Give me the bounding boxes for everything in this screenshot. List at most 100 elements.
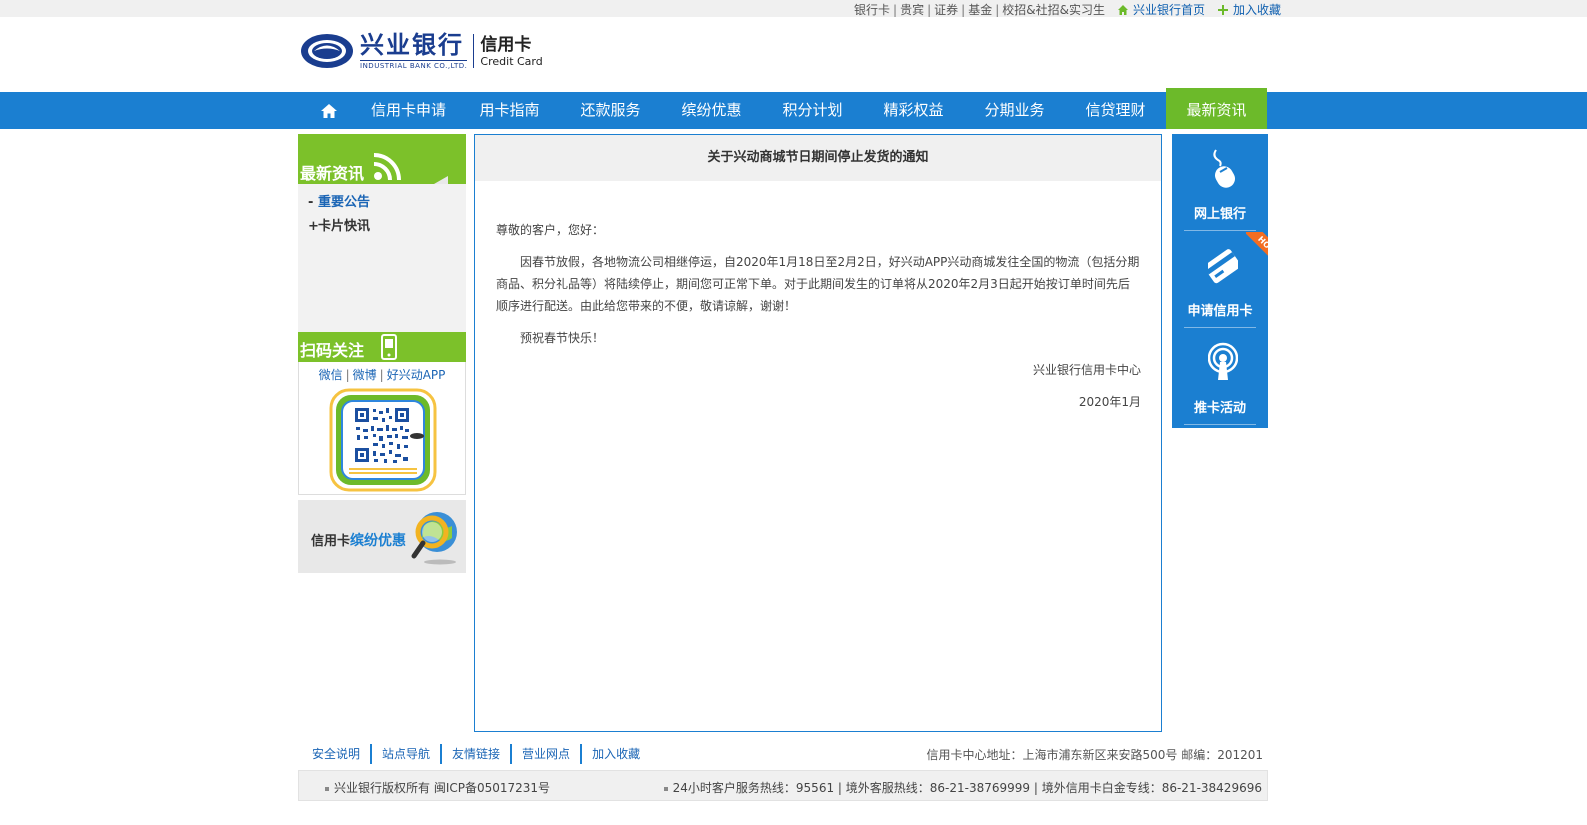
footer-link-sitemap[interactable]: 站点导航 xyxy=(372,744,443,764)
footer-copyright: 兴业银行版权所有 闽ICP备05017231号 xyxy=(325,779,550,796)
quicklink-label: 网上银行 xyxy=(1193,207,1246,222)
top-utility-bar: 银行卡 | 贵宾 | 证券 | 基金 | 校招&社招&实习生 兴业银行首页 加入收藏 xyxy=(0,0,1587,17)
logo-text: 兴业银行 INDUSTRIAL BANK CO.,LTD. xyxy=(360,30,468,70)
nav-item-offers[interactable]: 缤纷优惠 xyxy=(661,92,762,129)
quicklink-card-promotion[interactable]: 推卡活动 xyxy=(1184,328,1256,425)
promo-text: 信用卡缤纷优惠 xyxy=(311,530,406,550)
nav-item-installment[interactable]: 分期业务 xyxy=(964,92,1065,129)
phone-icon xyxy=(381,334,397,360)
nav-item-benefits[interactable]: 精彩权益 xyxy=(863,92,964,129)
footer-links: 安全说明 站点导航 友情链接 营业网点 加入收藏 xyxy=(302,744,650,764)
nav-home[interactable] xyxy=(300,92,358,129)
qr-link-weibo[interactable]: 微博 xyxy=(353,368,377,382)
footer-links-bar: 安全说明 站点导航 友情链接 营业网点 加入收藏 信用卡中心地址：上海市浦东新区… xyxy=(298,744,1268,764)
rss-icon xyxy=(373,153,401,181)
nav-item-repayment[interactable]: 还款服务 xyxy=(560,92,661,129)
article-signature: 兴业银行信用卡中心 xyxy=(1032,363,1141,377)
top-link-vip[interactable]: 贵宾 xyxy=(900,1,924,18)
signal-icon xyxy=(1208,342,1238,380)
qr-link-wechat[interactable]: 微信 xyxy=(319,368,343,382)
top-link-securities[interactable]: 证券 xyxy=(934,1,958,18)
news-panel-title: 最新资讯 xyxy=(300,164,365,183)
qr-panel: 微信 | 微博 | 好兴动APP xyxy=(298,362,466,495)
qr-link-app[interactable]: 好兴动APP xyxy=(387,368,446,382)
bullet-icon xyxy=(325,786,329,791)
article-date: 2020年1月 xyxy=(1078,395,1141,409)
article-body: 尊敬的客户，您好： 因春节放假，各地物流公司相继停运，自2020年1月18日至2… xyxy=(475,181,1161,413)
news-category-announcement[interactable]: - 重要公告 xyxy=(298,194,466,218)
news-category-label: 卡片快讯 xyxy=(318,219,371,234)
add-favorite-link[interactable]: 加入收藏 xyxy=(1217,1,1281,18)
bullet-icon xyxy=(663,786,668,791)
separator: | xyxy=(379,368,384,382)
article-panel: 关于兴动商城节日期间停止发货的通知 尊敬的客户，您好： 因春节放假，各地物流公司… xyxy=(474,134,1162,732)
logo-mark-icon xyxy=(301,34,353,68)
footer-copyright-bar: 兴业银行版权所有 闽ICP备05017231号 24小时客户服务热线：95561… xyxy=(298,770,1268,801)
nav-item-points[interactable]: 积分计划 xyxy=(762,92,863,129)
news-panel-header: 最新资讯 xyxy=(298,134,466,184)
news-category-label: 重要公告 xyxy=(318,195,371,210)
hot-badge-label: HOT xyxy=(1246,232,1268,266)
logo-sub-en: Credit Card xyxy=(480,54,543,68)
article-paragraph: 因春节放假，各地物流公司相继停运，自2020年1月18日至2月2日，好兴动APP… xyxy=(496,255,1140,313)
logo-divider xyxy=(473,34,475,68)
footer-link-favorite[interactable]: 加入收藏 xyxy=(582,744,650,764)
footer-address: 信用卡中心地址：上海市浦东新区来安路500号 邮编：201201 xyxy=(926,748,1263,762)
copyright-text: 兴业银行版权所有 闽ICP备05017231号 xyxy=(334,781,551,795)
quicklink-online-banking[interactable]: 网上银行 xyxy=(1184,134,1256,231)
footer-link-security[interactable]: 安全说明 xyxy=(302,744,373,764)
main-nav: 信用卡申请 用卡指南 还款服务 缤纷优惠 积分计划 精彩权益 分期业务 信贷理财… xyxy=(0,88,1587,129)
separator: | xyxy=(927,2,932,17)
logo-en: INDUSTRIAL BANK CO.,LTD. xyxy=(360,60,468,70)
top-links: 银行卡 | 贵宾 | 证券 | 基金 | 校招&社招&实习生 兴业银行首页 加入收藏 xyxy=(854,1,1281,18)
top-link-recruit[interactable]: 校招&社招&实习生 xyxy=(1002,1,1105,18)
nav-item-news[interactable]: 最新资讯 xyxy=(1166,88,1267,129)
home-icon xyxy=(1117,4,1128,15)
add-favorite-label: 加入收藏 xyxy=(1232,3,1281,17)
home-icon xyxy=(321,103,337,118)
home-link[interactable]: 兴业银行首页 xyxy=(1117,1,1205,18)
footer-link-friends[interactable]: 友情链接 xyxy=(442,744,513,764)
nav-item-apply[interactable]: 信用卡申请 xyxy=(358,92,459,129)
separator: | xyxy=(893,2,898,17)
panel-corner xyxy=(434,176,448,184)
nav-item-guide[interactable]: 用卡指南 xyxy=(459,92,560,129)
hot-badge: HOT xyxy=(1246,232,1268,266)
promo-highlight: 缤纷优惠 xyxy=(350,533,407,549)
logo-cn: 兴业银行 xyxy=(360,30,464,59)
quicklink-label: 推卡活动 xyxy=(1193,401,1246,416)
card-icon xyxy=(1208,249,1238,284)
logo-subtitle: 信用卡 Credit Card xyxy=(480,35,542,68)
left-sidebar: 最新资讯 -重要公告 +卡片快讯 扫码关注 微信|微博|好兴动APP xyxy=(298,134,466,573)
plus-icon xyxy=(1217,4,1228,15)
mouse-icon xyxy=(1213,149,1235,188)
home-link-label: 兴业银行首页 xyxy=(1132,3,1205,17)
expand-bullet: + xyxy=(308,219,319,234)
separator: | xyxy=(345,368,350,382)
footer-link-branches[interactable]: 营业网点 xyxy=(512,744,583,764)
offers-promo-banner[interactable]: 信用卡缤纷优惠 xyxy=(298,500,466,573)
top-link-bankcard[interactable]: 银行卡 xyxy=(854,1,890,18)
nav-item-finance[interactable]: 信贷理财 xyxy=(1065,92,1166,129)
main-nav-items: 信用卡申请 用卡指南 还款服务 缤纷优惠 积分计划 精彩权益 分期业务 信贷理财… xyxy=(300,88,1268,129)
article-wishes: 预祝春节快乐！ xyxy=(520,331,605,345)
logo-sub-cn: 信用卡 xyxy=(480,34,532,55)
bank-logo[interactable]: 兴业银行 INDUSTRIAL BANK CO.,LTD. 信用卡 Credit… xyxy=(300,30,543,72)
promo-prefix: 信用卡 xyxy=(311,534,351,549)
qr-panel-header: 扫码关注 xyxy=(298,332,466,362)
qr-code-image xyxy=(329,388,437,492)
magnifier-globe-icon xyxy=(411,512,457,565)
separator: | xyxy=(995,2,1000,17)
right-quicklinks: 网上银行 申请信用卡 推卡活动 HOT xyxy=(1172,134,1268,428)
footer-hotlines: 24小时客户服务热线：95561 | 境外客服热线：86-21-38769999… xyxy=(663,779,1262,796)
top-link-fund[interactable]: 基金 xyxy=(968,1,992,18)
qr-panel-title: 扫码关注 xyxy=(300,341,365,360)
news-category-card-news[interactable]: +卡片快讯 xyxy=(298,218,466,242)
article-greeting: 尊敬的客户，您好： xyxy=(496,223,605,237)
article-title: 关于兴动商城节日期间停止发货的通知 xyxy=(475,135,1161,181)
separator: | xyxy=(961,2,966,17)
collapse-bullet: - xyxy=(308,195,314,210)
qr-links: 微信 | 微博 | 好兴动APP xyxy=(299,362,465,383)
hotlines-text: 24小时客户服务热线：95561 | 境外客服热线：86-21-38769999… xyxy=(672,781,1262,795)
quicklink-label: 申请信用卡 xyxy=(1187,304,1253,319)
